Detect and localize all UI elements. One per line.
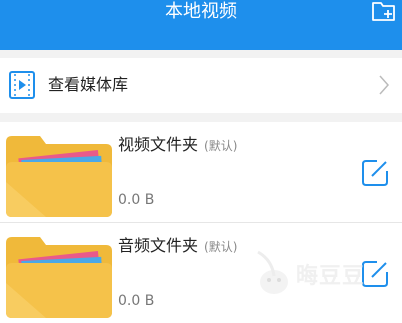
folder-name-text: 音频文件夹	[118, 236, 199, 255]
folder-size: 0.0 B	[118, 192, 155, 208]
folder-name: 音频文件夹 (默认)	[118, 235, 237, 258]
media-library-label: 查看媒体库	[48, 75, 129, 94]
default-tag: (默认)	[204, 240, 238, 254]
folder-size: 0.0 B	[118, 293, 155, 309]
default-tag: (默认)	[204, 139, 238, 153]
folder-name: 视频文件夹 (默认)	[118, 134, 237, 157]
video-library-icon	[9, 71, 35, 99]
edit-icon[interactable]	[360, 158, 390, 188]
folder-name-text: 视频文件夹	[118, 135, 199, 154]
add-folder-icon[interactable]	[370, 0, 398, 24]
watermark: 晦豆豆	[252, 246, 397, 302]
page-title: 本地视频	[165, 1, 237, 22]
watermark-text: 晦豆豆	[296, 264, 366, 289]
chevron-right-icon	[379, 75, 390, 95]
folder-icon	[6, 136, 112, 217]
watermark-logo-icon	[257, 250, 288, 294]
folder-icon	[6, 237, 112, 318]
app-header: 本地视频	[0, 0, 402, 50]
media-library-row[interactable]: 查看媒体库	[0, 58, 402, 113]
folder-row-video[interactable]: 视频文件夹 (默认) 0.0 B	[0, 122, 402, 222]
